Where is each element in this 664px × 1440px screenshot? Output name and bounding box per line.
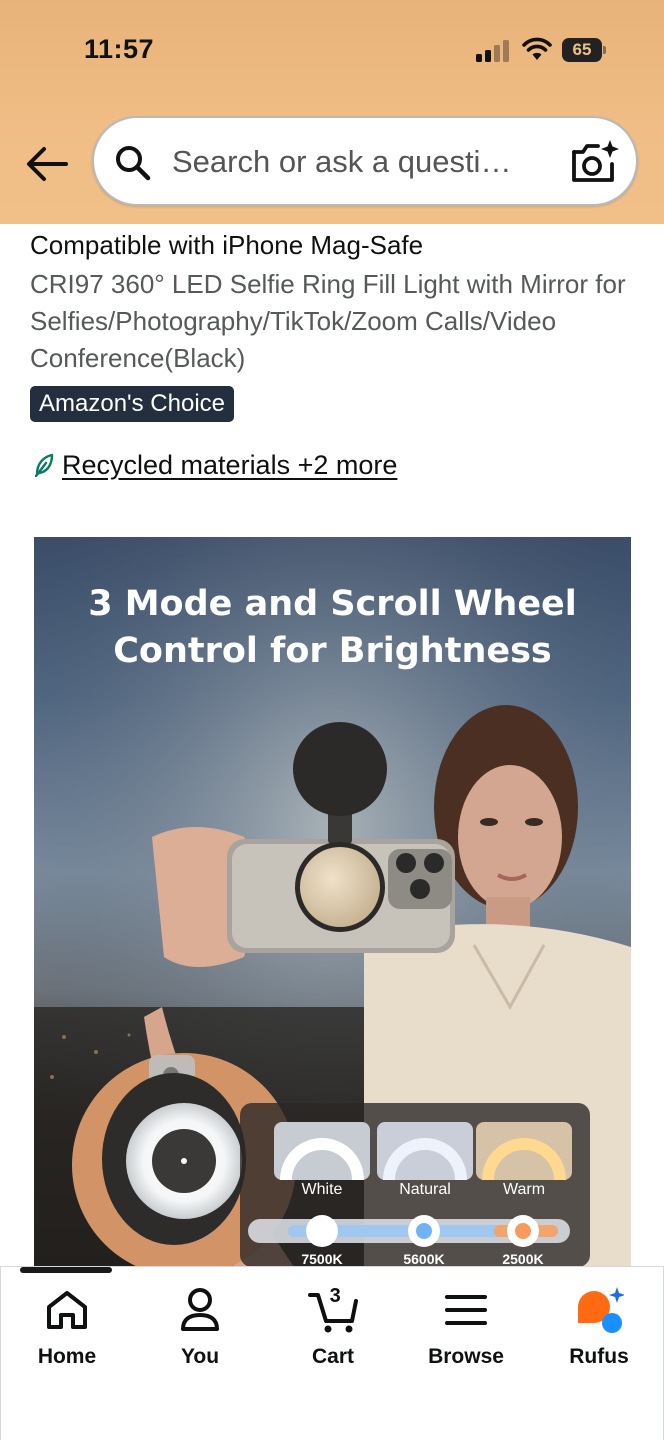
status-bar: 11:57 65 (0, 0, 664, 100)
kelvin-label-warm: 2500K (502, 1251, 544, 1267)
cellular-signal-icon (476, 40, 509, 62)
nav-home-label: Home (37, 1345, 97, 1368)
nav-browse-label: Browse (428, 1345, 504, 1368)
nav-browse[interactable]: Browse (406, 1285, 526, 1375)
leaf-icon (34, 453, 54, 477)
status-time: 11:57 (84, 34, 155, 64)
nav-rufus-label: Rufus (569, 1345, 629, 1368)
camera-sparkle-icon[interactable] (570, 138, 620, 186)
image-headline: 3 Mode and Scroll Wheel Control for Brig… (34, 581, 631, 675)
rufus-icon (578, 1287, 624, 1333)
amazons-choice-badge: Amazon's Choice (30, 386, 234, 422)
search-input[interactable] (172, 142, 544, 182)
image-headline-line-1: 3 Mode and Scroll Wheel (88, 584, 577, 624)
product-image[interactable]: 3 Mode and Scroll Wheel Control for Brig… (34, 537, 631, 1267)
scroll-indicator (20, 1267, 112, 1273)
cart-count-badge: 3 (329, 1285, 341, 1307)
battery-icon: 65 (562, 38, 606, 62)
nav-you-label: You (180, 1345, 220, 1368)
nav-rufus[interactable]: Rufus (539, 1285, 659, 1375)
nav-you[interactable]: You (140, 1285, 260, 1375)
mode-label-natural: Natural (399, 1181, 451, 1198)
app-header: 11:57 65 (0, 0, 664, 224)
search-icon (116, 146, 151, 181)
menu-icon (445, 1295, 487, 1325)
sustainability-link-text[interactable]: Recycled materials +2 more (62, 450, 397, 481)
person-icon (181, 1288, 219, 1331)
arrow-left-icon[interactable] (22, 140, 70, 188)
product-subtitle: CRI97 360° LED Selfie Ring Fill Light wi… (30, 269, 626, 373)
nav-home[interactable]: Home (7, 1285, 127, 1375)
mode-label-warm: Warm (502, 1181, 546, 1198)
battery-level: 65 (562, 38, 602, 62)
mode-label-white: White (301, 1181, 343, 1198)
product-title-line: Compatible with iPhone Mag-Safe (30, 230, 424, 260)
search-bar[interactable] (92, 116, 638, 206)
wifi-icon (522, 37, 552, 60)
nav-cart[interactable]: 3 Cart (273, 1285, 393, 1375)
battery-tip (603, 46, 606, 54)
bottom-nav: Home You 3 Cart Browse Rufus (0, 1266, 664, 1440)
image-headline-line-2: Control for Brightness (113, 631, 552, 671)
home-icon (47, 1291, 87, 1329)
sustainability-link[interactable]: Recycled materials +2 more (34, 448, 397, 482)
kelvin-label-natural: 5600K (403, 1251, 445, 1267)
kelvin-label-white: 7500K (301, 1251, 343, 1267)
nav-cart-label: Cart (311, 1345, 354, 1368)
